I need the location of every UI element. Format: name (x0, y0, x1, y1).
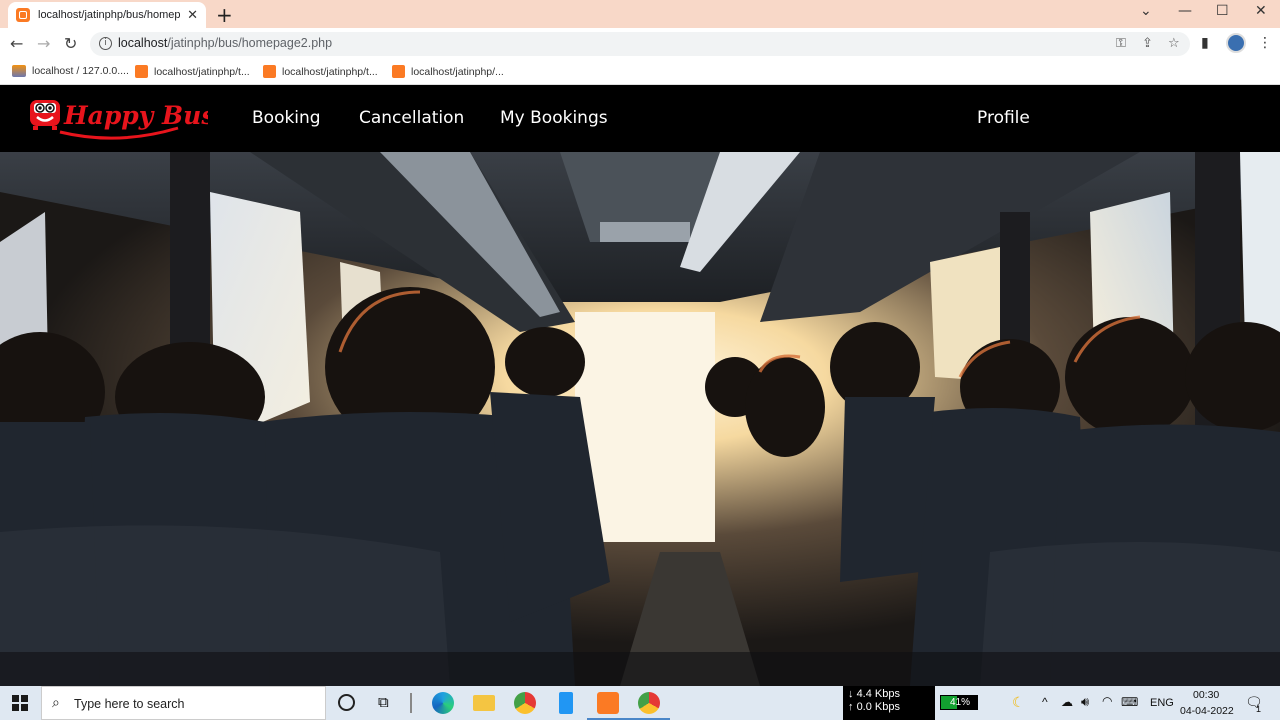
wifi-icon[interactable]: ◠ (1102, 694, 1112, 708)
keyboard-icon[interactable]: ⌨ (1121, 695, 1138, 709)
battery-meter: 41% (940, 695, 978, 710)
key-icon[interactable]: ⚿ (1116, 36, 1126, 51)
logo-text: Happy Bus (63, 101, 208, 130)
site-navbar: Happy Bus Booking Cancellation My Bookin… (0, 86, 1280, 152)
bookmark-star-icon[interactable]: ☆ (1168, 36, 1180, 51)
bookmarks-bar: localhost / 127.0.0.... localhost/jatinp… (0, 60, 1280, 85)
xampp-icon[interactable] (587, 692, 629, 720)
browser-tab-strip: localhost/jatinphp/bus/homepage2.php ✕ +… (0, 0, 1280, 28)
bookmark-item[interactable]: localhost/jatinphp/... (392, 65, 504, 78)
cortana-icon[interactable] (338, 694, 355, 711)
window-close-icon[interactable]: ✕ (1255, 3, 1267, 19)
hero-bus-interior-image (0, 152, 1280, 686)
back-icon[interactable]: ← (10, 34, 23, 53)
cloud-icon[interactable]: ☁ (1061, 695, 1073, 709)
taskbar-search-box[interactable]: ⌕ Type here to search (41, 686, 326, 720)
bookmark-label: localhost/jatinphp/t... (154, 65, 250, 78)
net-upload: ↑ 0.0 Kbps (848, 701, 900, 713)
clock-date[interactable]: 04-04-2022 (1180, 705, 1234, 717)
windows-taskbar: ⌕ Type here to search ⧉ ↓ 4.4 Kbps ↑ 0.0… (0, 686, 1280, 720)
nav-cancellation[interactable]: Cancellation (359, 108, 464, 128)
notepad-app-icon[interactable] (559, 692, 573, 714)
xampp-favicon-icon (16, 8, 30, 22)
share-icon[interactable]: ⇪ (1142, 36, 1153, 51)
menu-kebab-icon[interactable]: ⋮ (1258, 35, 1272, 51)
phpmyadmin-icon (12, 65, 26, 77)
notification-count-badge: 1 (1256, 704, 1262, 714)
windows-start-icon[interactable] (12, 695, 28, 711)
browser-toolbar: ← → ↻ i localhost/jatinphp/bus/homepage2… (0, 28, 1280, 60)
chrome-icon[interactable] (514, 692, 536, 714)
bookmark-item[interactable]: localhost/jatinphp/t... (135, 65, 250, 78)
clock-time[interactable]: 00:30 (1193, 689, 1219, 701)
xampp-favicon-icon (135, 65, 148, 78)
url-path: /jatinphp/bus/homepage2.php (167, 36, 333, 50)
happy-bus-logo[interactable]: Happy Bus (28, 94, 208, 144)
battery-label: 41% (949, 697, 970, 708)
search-placeholder: Type here to search (74, 697, 185, 711)
tab-search-chevron-icon[interactable]: ⌄ (1140, 3, 1152, 19)
language-indicator[interactable]: ENG (1150, 697, 1174, 709)
bookmark-label: localhost/jatinphp/... (411, 65, 504, 78)
url-host: localhost (118, 36, 168, 50)
new-tab-icon[interactable]: + (216, 3, 233, 27)
xampp-favicon-icon (392, 65, 405, 78)
maximize-icon[interactable]: ☐ (1216, 3, 1229, 19)
browser-tab[interactable]: localhost/jatinphp/bus/homepage2.php ✕ (8, 2, 206, 28)
address-bar[interactable]: i localhost/jatinphp/bus/homepage2.php ⚿… (90, 32, 1190, 56)
nav-booking[interactable]: Booking (252, 108, 321, 128)
site-info-icon[interactable]: i (99, 37, 112, 50)
bookmark-item[interactable]: localhost / 127.0.0.... (12, 65, 129, 77)
bus-mascot-icon (30, 100, 60, 130)
file-explorer-icon[interactable] (473, 695, 495, 711)
net-download-value: 4.4 Kbps (856, 688, 900, 700)
xampp-favicon-icon (263, 65, 276, 78)
volume-icon[interactable]: 🔊︎ (1081, 694, 1089, 710)
net-download: ↓ 4.4 Kbps (848, 688, 900, 700)
edge-icon[interactable] (432, 692, 454, 714)
net-upload-value: 0.0 Kbps (856, 701, 900, 713)
bookmark-item[interactable]: localhost/jatinphp/t... (263, 65, 378, 78)
show-hidden-icons-chevron-icon[interactable]: ^ (1042, 695, 1048, 709)
profile-avatar[interactable] (1226, 33, 1246, 53)
search-icon: ⌕ (52, 695, 60, 711)
nav-my-bookings[interactable]: My Bookings (500, 108, 608, 128)
side-panel-icon[interactable]: ▮ (1201, 35, 1209, 51)
minimize-icon[interactable]: — (1178, 3, 1192, 19)
network-speed-meter: ↓ 4.4 Kbps ↑ 0.0 Kbps (843, 686, 935, 720)
tab-title: localhost/jatinphp/bus/homepage2.php (38, 9, 181, 21)
tab-close-icon[interactable]: ✕ (187, 8, 198, 23)
night-light-icon[interactable]: ☾ (1012, 694, 1025, 711)
bookmark-label: localhost / 127.0.0.... (32, 65, 129, 77)
url-text: localhost/jatinphp/bus/homepage2.php (118, 36, 332, 50)
taskbar-divider (410, 693, 412, 713)
task-view-icon[interactable]: ⧉ (378, 693, 400, 715)
nav-profile[interactable]: Profile (977, 108, 1030, 128)
bookmark-label: localhost/jatinphp/t... (282, 65, 378, 78)
chrome-active-icon[interactable] (628, 692, 670, 720)
forward-icon[interactable]: → (37, 34, 50, 53)
reload-icon[interactable]: ↻ (64, 34, 77, 53)
